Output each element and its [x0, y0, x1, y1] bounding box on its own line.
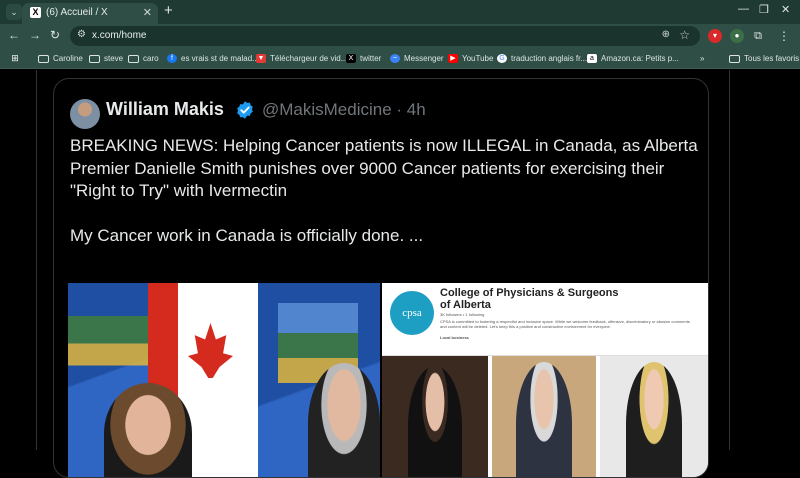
bookmarks-overflow-icon[interactable]: » [700, 52, 704, 65]
bookmark-label: YouTube [462, 54, 494, 63]
tab-close-icon[interactable]: ✕ [143, 6, 152, 19]
media-photo-premier[interactable] [68, 283, 380, 477]
bookmark-label: es vrais st de malad... [181, 54, 259, 63]
tab-title: (6) Accueil / X [46, 7, 108, 18]
tab-strip: ⌄ X (6) Accueil / X ✕ + — ❐ ✕ [0, 0, 800, 24]
bookmark-label: Téléchargeur de vid... [270, 54, 348, 63]
messenger-icon: ~ [390, 54, 400, 63]
bookmark-youtube[interactable]: ▶ YouTube [448, 52, 493, 65]
tweet-paragraph: BREAKING NEWS: Helping Cancer patients i… [70, 136, 698, 200]
apps-grid-icon[interactable]: ⊞ [10, 52, 20, 65]
folder-icon [89, 54, 100, 63]
folder-icon [128, 54, 139, 63]
address-bar[interactable]: ⚙ x.com/home ⊕ ☆ [70, 26, 700, 46]
bookmark-label: Amazon.ca: Petits p... [601, 54, 679, 63]
forward-button[interactable]: → [29, 28, 41, 42]
person-man-image [308, 363, 380, 477]
bookmark-steve[interactable]: steve [89, 52, 123, 65]
downloader-icon: ▼ [256, 54, 266, 63]
bookmark-label: caro [143, 54, 159, 63]
bookmark-label: traduction anglais fr... [511, 54, 588, 63]
bookmark-label: steve [104, 54, 124, 63]
bookmark-star-icon[interactable]: ☆ [679, 28, 690, 42]
extension-green-icon[interactable]: ● [730, 29, 744, 43]
verified-badge-icon [237, 101, 253, 119]
minimize-button[interactable]: — [738, 3, 749, 15]
bookmark-caro[interactable]: caro [128, 52, 159, 65]
portrait-1-image [382, 356, 488, 477]
folder-icon [38, 54, 49, 63]
window-close-button[interactable]: ✕ [781, 3, 790, 16]
google-icon: G [497, 54, 507, 63]
bookmark-label: Tous les favoris [744, 54, 800, 63]
bookmark-label: twitter [360, 54, 382, 63]
new-tab-button[interactable]: + [164, 3, 173, 19]
avatar[interactable] [70, 99, 100, 129]
youtube-icon: ▶ [448, 54, 458, 63]
tweet-text: BREAKING NEWS: Helping Cancer patients i… [70, 135, 700, 248]
bookmark-caroline[interactable]: Caroline [38, 52, 83, 65]
column-divider [36, 70, 37, 450]
bookmark-downloader[interactable]: ▼ Téléchargeur de vid... [256, 52, 347, 65]
extensions-puzzle-icon[interactable]: ⧉ [751, 29, 765, 43]
x-favicon-icon: X [30, 7, 41, 18]
person-premier-image [104, 383, 192, 477]
reload-button[interactable]: ↻ [50, 28, 60, 42]
amazon-icon: a [587, 54, 597, 63]
zoom-icon[interactable]: ⊕ [662, 29, 670, 40]
cpsa-followers: 3K followers • 1 following [440, 312, 485, 317]
back-button[interactable]: ← [8, 28, 20, 42]
bookmark-messenger[interactable]: ~ Messenger [390, 52, 444, 65]
bookmark-label: Caroline [53, 54, 83, 63]
media-photo-cpsa[interactable]: cpsa College of Physicians & Surgeons of… [382, 283, 708, 477]
column-divider [729, 70, 730, 450]
portrait-2-image [492, 356, 596, 477]
folder-icon [729, 54, 740, 63]
menu-kebab-icon[interactable]: ⋮ [777, 29, 791, 43]
cpsa-description: CPSA is committed to fostering a respect… [440, 319, 690, 329]
portrait-3-image [600, 356, 708, 477]
tab-search-button[interactable]: ⌄ [6, 4, 22, 20]
active-tab[interactable]: X (6) Accueil / X ✕ [22, 3, 158, 24]
url-text[interactable]: x.com/home [92, 30, 146, 41]
bookmark-translate[interactable]: Gtraduction anglais fr... [497, 52, 587, 65]
bookmark-facebook[interactable]: f es vrais st de malad... [167, 52, 259, 65]
cpsa-category: Local business [440, 335, 469, 340]
facebook-icon: f [167, 54, 177, 63]
bookmark-label: Messenger [404, 54, 444, 63]
x-home-page: William Makis @MakisMedicine · 4h BREAKI… [0, 70, 800, 478]
bookmark-twitter[interactable]: Xtwitter [346, 52, 381, 65]
x-icon: X [346, 54, 356, 63]
handle-and-time[interactable]: @MakisMedicine · 4h [262, 100, 426, 120]
browser-toolbar: ← → ↻ ⚙ x.com/home ⊕ ☆ ▾ ● ⧉ ⋮ [0, 24, 800, 48]
tweet-paragraph: My Cancer work in Canada is officially d… [70, 226, 424, 245]
bookmarks-bar: ⊞ Caroline steve caro f es vrais st de ma… [0, 48, 800, 69]
cpsa-logo: cpsa [390, 291, 434, 335]
bookmark-amazon[interactable]: a Amazon.ca: Petits p... [587, 52, 679, 65]
extension-red-icon[interactable]: ▾ [708, 29, 722, 43]
all-bookmarks-folder[interactable]: Tous les favoris [729, 52, 799, 65]
site-info-icon[interactable]: ⚙ [77, 29, 86, 40]
cpsa-title: College of Physicians & Surgeons of Albe… [440, 287, 619, 311]
restore-button[interactable]: ❐ [759, 3, 769, 16]
author-name[interactable]: William Makis [106, 99, 224, 120]
flag-shield-image [68, 283, 148, 393]
quoted-tweet-card[interactable]: William Makis @MakisMedicine · 4h BREAKI… [53, 78, 709, 478]
